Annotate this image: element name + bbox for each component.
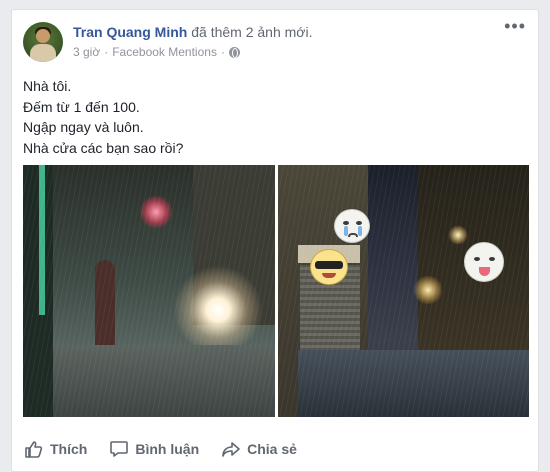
post-text-line: Nhà tôi. <box>23 78 72 94</box>
post-text-line: Đếm từ 1 đến 100. <box>23 98 140 115</box>
tongue-emoji-sticker <box>464 242 504 282</box>
post-actions-bar: Thích Bình luận Chia sẻ <box>12 426 538 472</box>
post-meta: 3 giờ · Facebook Mentions · <box>73 45 240 59</box>
like-button[interactable]: Thích <box>24 439 87 459</box>
post-text: Nhà tôi. Đếm từ 1 đến 100. Ngập ngay và … <box>23 76 183 158</box>
photo-flooded-street-2[interactable] <box>278 165 529 417</box>
photo-flooded-alley-1[interactable] <box>23 165 275 417</box>
emoji-tongue <box>479 267 490 276</box>
meta-separator: · <box>104 45 109 59</box>
post-text-line: Nhà cửa các bạn sao rồi? <box>23 139 184 156</box>
avatar-body <box>30 44 56 62</box>
emoji-tear <box>358 226 362 236</box>
emoji-eye <box>489 257 495 261</box>
comment-icon <box>110 441 129 457</box>
globe-icon[interactable] <box>228 46 240 58</box>
thumbs-up-icon <box>25 441 43 458</box>
emoji-eye <box>343 221 349 225</box>
author-name[interactable]: Tran Quang Minh <box>73 24 187 40</box>
emoji-sunglasses <box>315 261 343 269</box>
emoji-eye <box>474 257 480 261</box>
post-text-line: Ngập ngay và luôn. <box>23 119 144 135</box>
crying-emoji-sticker <box>334 209 370 243</box>
post-source[interactable]: Facebook Mentions <box>112 45 217 59</box>
emoji-mouth <box>348 233 358 237</box>
photo-rain-overlay <box>278 165 529 417</box>
post-time[interactable]: 3 giờ <box>73 45 100 59</box>
more-options-icon[interactable]: ••• <box>504 17 526 35</box>
meta-separator-2: · <box>220 45 225 59</box>
share-label: Chia sẻ <box>247 441 297 457</box>
avatar-head <box>36 29 50 43</box>
emoji-mouth <box>322 273 336 278</box>
sunglasses-emoji-sticker <box>310 249 348 285</box>
share-arrow-icon <box>222 442 240 457</box>
comment-label: Bình luận <box>135 441 200 457</box>
like-label: Thích <box>50 441 88 457</box>
share-button[interactable]: Chia sẻ <box>221 439 297 459</box>
post-card: Tran Quang Minh đã thêm 2 ảnh mới. 3 giờ… <box>11 9 539 472</box>
post-header: Tran Quang Minh đã thêm 2 ảnh mới. <box>73 24 312 40</box>
comment-button[interactable]: Bình luận <box>109 439 199 459</box>
post-action-text: đã thêm 2 ảnh mới. <box>191 24 313 40</box>
photo-rain-overlay <box>23 165 275 417</box>
emoji-eye <box>356 221 362 225</box>
avatar[interactable] <box>23 22 63 62</box>
